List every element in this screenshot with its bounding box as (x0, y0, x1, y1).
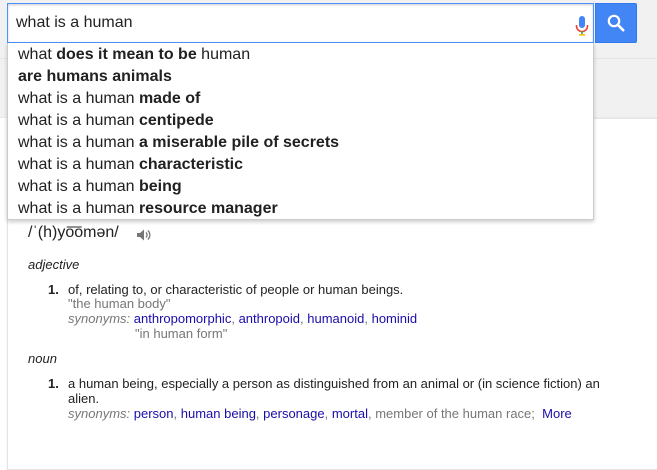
synonym-example: "in human form" (135, 326, 228, 341)
synonym-link[interactable]: humanoid (307, 311, 364, 326)
adjective-example: "the human body" (68, 296, 171, 311)
search-button[interactable] (595, 3, 637, 43)
synonym-link[interactable]: mortal (332, 406, 368, 421)
sense-number: 1. (48, 376, 59, 391)
part-of-speech-adjective: adjective (28, 257, 80, 272)
suggestion-item[interactable]: what is a human made of (18, 88, 588, 110)
noun-definition-line1: a human being, especially a person as di… (68, 376, 600, 391)
synonym-link[interactable]: personage (263, 406, 324, 421)
synonym-link[interactable]: person (134, 406, 174, 421)
synonym-link[interactable]: hominid (372, 311, 418, 326)
adjective-synonyms: synonyms: anthropomorphic, anthropoid, h… (68, 311, 418, 326)
microphone-icon[interactable] (574, 14, 590, 38)
search-box[interactable] (7, 3, 594, 43)
sense-number: 1. (48, 282, 59, 297)
part-of-speech-noun: noun (28, 351, 57, 366)
synonym-text: member of the human race; (375, 406, 535, 421)
suggestion-item[interactable]: what is a human a miserable pile of secr… (18, 132, 588, 154)
synonyms-label: synonyms: (68, 311, 131, 326)
synonym-link[interactable]: human being (181, 406, 256, 421)
synonyms-label: synonyms: (68, 406, 131, 421)
noun-synonyms: synonyms: person, human being, personage… (68, 406, 572, 421)
suggestion-item[interactable]: are humans animals (18, 66, 588, 88)
noun-definition-line2: alien. (68, 391, 100, 406)
pronunciation: /ˈ(h)yo͞omən/ (28, 224, 119, 241)
suggestion-item[interactable]: what is a human resource manager (18, 198, 588, 220)
more-synonyms-link[interactable]: More (542, 406, 572, 421)
speaker-icon[interactable] (135, 227, 151, 243)
suggestions-dropdown: what does it mean to be human are humans… (7, 43, 594, 220)
adjective-definition: of, relating to, or characteristic of pe… (68, 282, 404, 297)
suggestion-item[interactable]: what does it mean to be human (18, 44, 588, 66)
search-input[interactable] (16, 11, 556, 35)
search-icon (607, 14, 625, 32)
suggestion-item[interactable]: what is a human characteristic (18, 154, 588, 176)
synonym-link[interactable]: anthropomorphic (134, 311, 232, 326)
synonym-link[interactable]: anthropoid (239, 311, 300, 326)
suggestion-item[interactable]: what is a human centipede (18, 110, 588, 132)
suggestion-item[interactable]: what is a human being (18, 176, 588, 198)
